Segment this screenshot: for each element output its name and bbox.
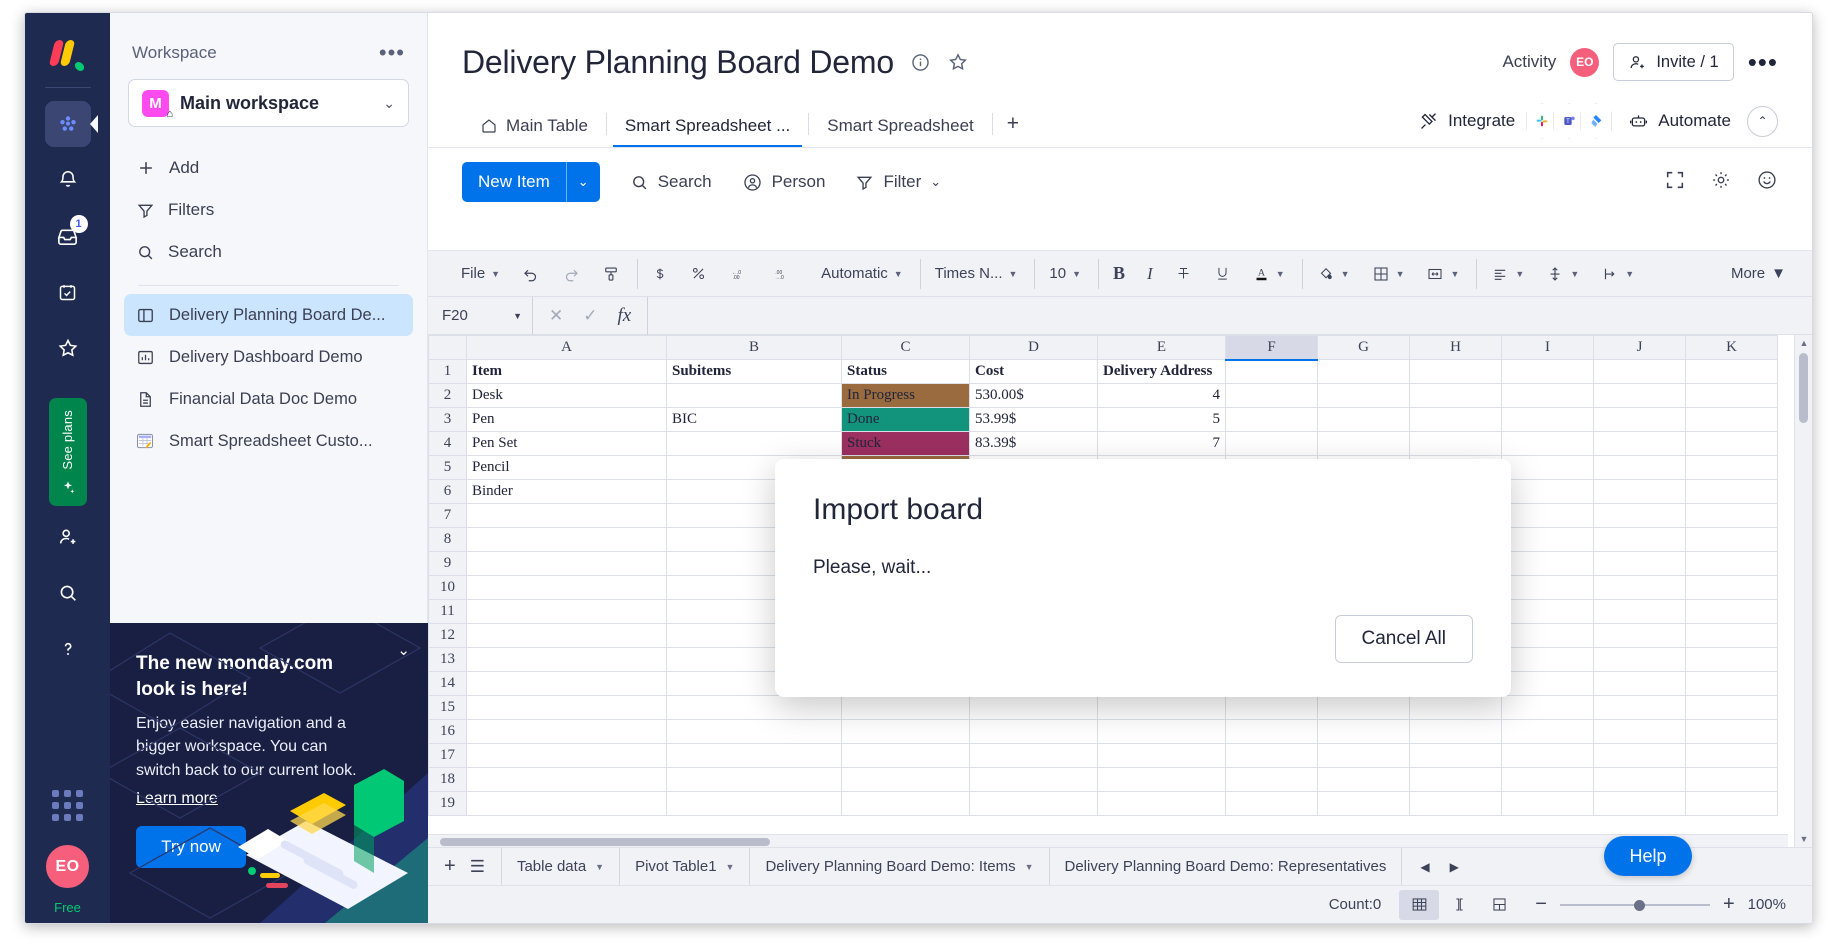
dialog-title: Import board [813,493,984,526]
dialog-message: Please, wait... [813,557,932,578]
cancel-all-button[interactable]: Cancel All [1334,615,1473,663]
import-board-dialog: Import board Please, wait... Cancel All [775,459,1511,697]
modal-overlay: Import board Please, wait... Cancel All [25,13,1812,923]
app-window: 1 See plans EO Free Workspace ••• M ⌂ Ma… [24,12,1813,924]
screen: 1 See plans EO Free Workspace ••• M ⌂ Ma… [0,0,1837,949]
